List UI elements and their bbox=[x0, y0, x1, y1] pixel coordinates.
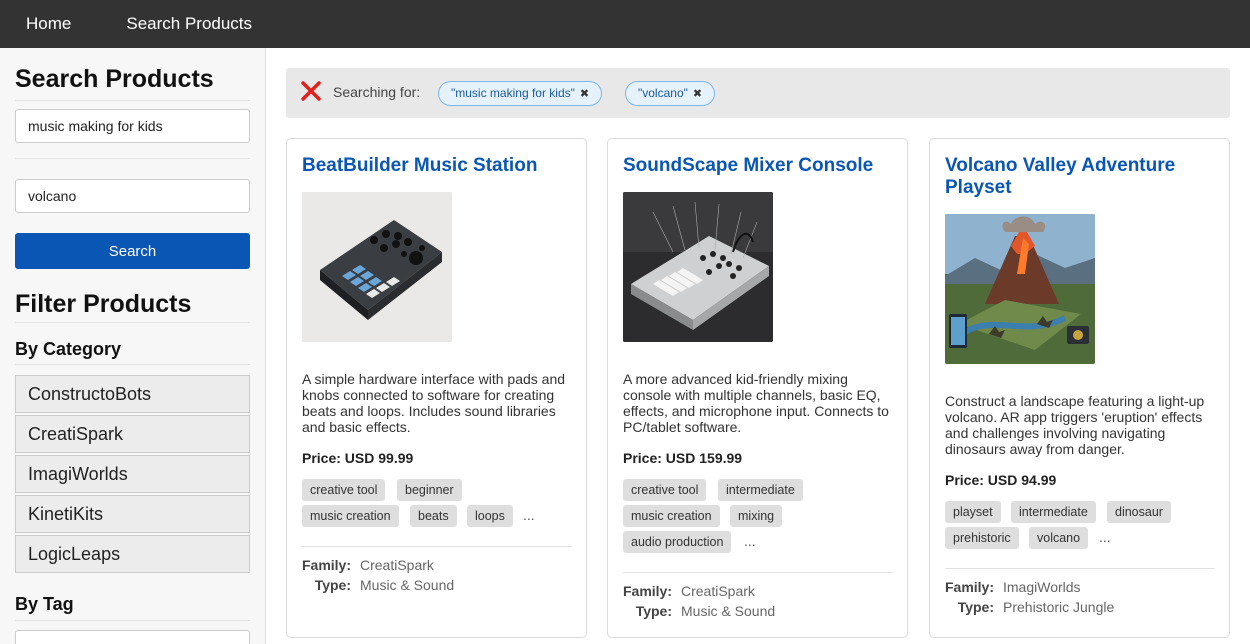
product-image[interactable] bbox=[623, 192, 773, 342]
category-constructobots[interactable]: ConstructoBots bbox=[15, 375, 250, 413]
search-products-heading: Search Products bbox=[15, 65, 214, 93]
search-chip-music[interactable]: "music making for kids" ✖ bbox=[438, 81, 603, 106]
search-input-1[interactable] bbox=[15, 109, 250, 143]
type-value: Music & Sound bbox=[681, 603, 776, 619]
product-tag[interactable]: loops bbox=[467, 505, 513, 527]
type-label: Type: bbox=[957, 599, 994, 615]
chip-remove-icon[interactable]: ✖ bbox=[693, 88, 702, 100]
chip-label: "volcano" bbox=[638, 86, 688, 100]
active-search-bar: Searching for: "music making for kids" ✖ … bbox=[286, 68, 1230, 118]
product-description: A simple hardware interface with pads an… bbox=[302, 371, 566, 435]
product-type: Type: Music & Sound bbox=[287, 577, 454, 593]
chip-label: "music making for kids" bbox=[451, 86, 575, 100]
more-tags-indicator[interactable]: ... bbox=[523, 507, 535, 523]
category-creatispark[interactable]: CreatiSpark bbox=[15, 415, 250, 453]
product-tag[interactable]: creative tool bbox=[623, 479, 707, 501]
product-tag[interactable]: playset bbox=[945, 501, 1001, 523]
nav-home-link[interactable]: Home bbox=[0, 0, 97, 48]
product-type: Type: Music & Sound bbox=[608, 603, 775, 619]
product-price: Price: USD 99.99 bbox=[302, 450, 414, 466]
tag-filter-input[interactable] bbox=[15, 630, 250, 644]
clear-search-icon[interactable] bbox=[300, 80, 322, 102]
family-label: Family: bbox=[944, 579, 994, 595]
main-content: Searching for: "music making for kids" ✖ … bbox=[266, 48, 1250, 644]
divider bbox=[15, 100, 250, 101]
category-kinetikits[interactable]: KinetiKits bbox=[15, 495, 250, 533]
product-tag[interactable]: music creation bbox=[302, 505, 399, 527]
chip-remove-icon[interactable]: ✖ bbox=[580, 88, 589, 100]
product-price: Price: USD 159.99 bbox=[623, 450, 743, 466]
mixer-console-illustration bbox=[623, 192, 773, 342]
product-tag[interactable]: beginner bbox=[397, 479, 462, 501]
search-chip-volcano[interactable]: "volcano" ✖ bbox=[625, 81, 716, 106]
product-title[interactable]: BeatBuilder Music Station bbox=[302, 155, 572, 177]
product-card: Volcano Valley Adventure Playset Constru… bbox=[929, 138, 1230, 638]
search-input-2[interactable] bbox=[15, 179, 250, 213]
more-tags-indicator[interactable]: ... bbox=[1099, 529, 1111, 545]
type-label: Type: bbox=[635, 603, 672, 619]
beat-station-illustration bbox=[302, 192, 452, 342]
product-card: SoundScape Mixer Console A more advanced… bbox=[607, 138, 908, 638]
product-card: BeatBuilder Music Station A simple hardw… bbox=[286, 138, 587, 638]
top-nav: Home Search Products bbox=[0, 0, 1250, 48]
product-price: Price: USD 94.99 bbox=[945, 472, 1057, 488]
product-tag[interactable]: mixing bbox=[730, 505, 783, 527]
divider bbox=[15, 158, 250, 159]
by-tag-heading: By Tag bbox=[15, 594, 74, 614]
family-label: Family: bbox=[622, 583, 672, 599]
product-image[interactable] bbox=[945, 214, 1095, 364]
more-tags-indicator[interactable]: ... bbox=[744, 533, 756, 549]
product-type: Type: Prehistoric Jungle bbox=[930, 599, 1115, 615]
volcano-playset-illustration bbox=[945, 214, 1095, 364]
product-tag[interactable]: audio production bbox=[623, 531, 732, 553]
type-value: Music & Sound bbox=[360, 577, 455, 593]
divider bbox=[302, 546, 572, 547]
type-label: Type: bbox=[314, 577, 351, 593]
product-tag[interactable]: prehistoric bbox=[945, 527, 1019, 549]
divider bbox=[945, 568, 1215, 569]
by-category-heading: By Category bbox=[15, 339, 122, 359]
product-tag[interactable]: beats bbox=[410, 505, 457, 527]
type-value: Prehistoric Jungle bbox=[1003, 599, 1115, 615]
search-button[interactable]: Search bbox=[15, 233, 250, 269]
sidebar: Search Products Search Filter Products B… bbox=[0, 48, 266, 644]
product-tag[interactable]: music creation bbox=[623, 505, 720, 527]
category-imagiworlds[interactable]: ImagiWorlds bbox=[15, 455, 250, 493]
product-description: Construct a landscape featuring a light-… bbox=[945, 393, 1205, 457]
divider bbox=[15, 322, 250, 323]
divider bbox=[623, 572, 893, 573]
product-image[interactable] bbox=[302, 192, 452, 342]
product-description: A more advanced kid-friendly mixing cons… bbox=[623, 371, 889, 435]
nav-search-link[interactable]: Search Products bbox=[97, 0, 278, 48]
product-tag[interactable]: creative tool bbox=[302, 479, 386, 501]
category-logicleaps[interactable]: LogicLeaps bbox=[15, 535, 250, 573]
family-label: Family: bbox=[301, 557, 351, 573]
product-family: Family: CreatiSpark bbox=[608, 583, 755, 599]
divider bbox=[15, 364, 250, 365]
product-tag[interactable]: intermediate bbox=[718, 479, 803, 501]
product-tag[interactable]: dinosaur bbox=[1107, 501, 1171, 523]
product-title[interactable]: SoundScape Mixer Console bbox=[623, 155, 893, 177]
searching-for-label: Searching for: bbox=[333, 84, 421, 100]
family-value: CreatiSpark bbox=[681, 583, 755, 599]
product-family: Family: ImagiWorlds bbox=[930, 579, 1081, 595]
filter-products-heading: Filter Products bbox=[15, 290, 192, 318]
family-value: ImagiWorlds bbox=[1003, 579, 1081, 595]
product-tag[interactable]: volcano bbox=[1029, 527, 1089, 549]
family-value: CreatiSpark bbox=[360, 557, 434, 573]
divider bbox=[15, 620, 250, 621]
product-family: Family: CreatiSpark bbox=[287, 557, 434, 573]
product-title[interactable]: Volcano Valley Adventure Playset bbox=[945, 155, 1215, 199]
product-tag[interactable]: intermediate bbox=[1011, 501, 1096, 523]
